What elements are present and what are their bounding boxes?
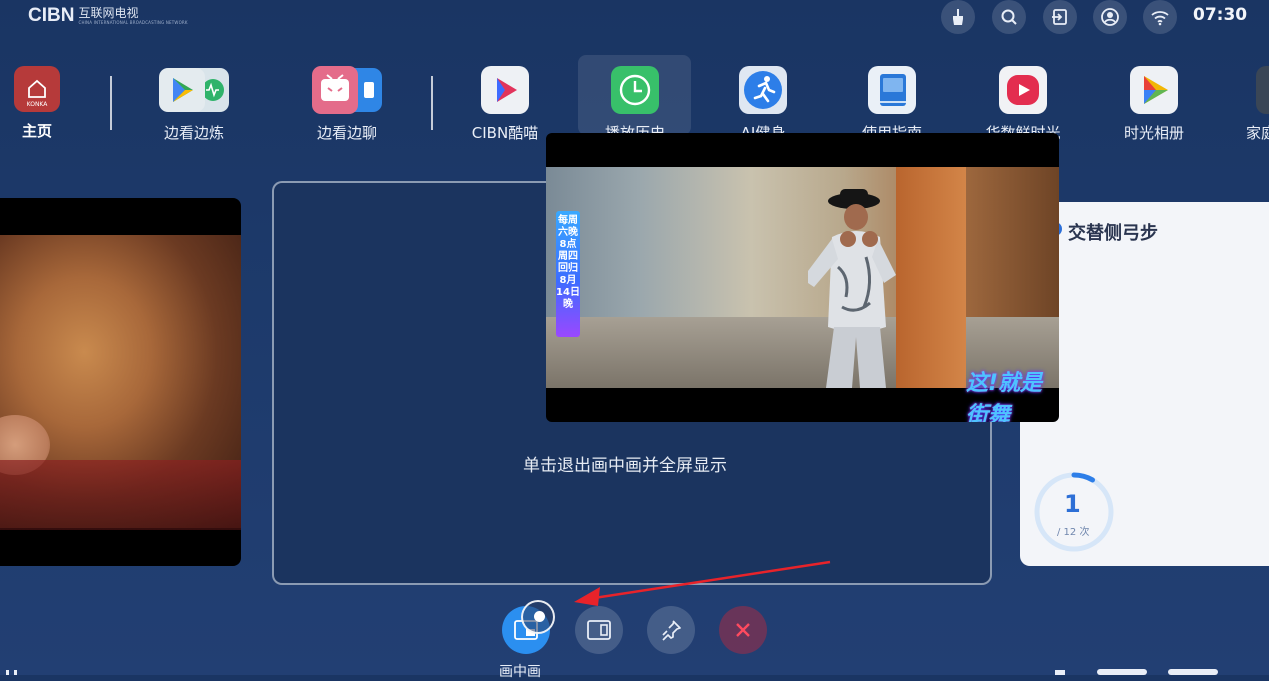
close-pip-button[interactable] xyxy=(719,606,767,654)
app-user-guide[interactable]: 使用指南 xyxy=(837,64,947,143)
book-icon xyxy=(868,66,916,114)
pointer-cursor xyxy=(521,600,555,634)
broadcast-tag: 每周六晚8点周四回归8月14日晚 xyxy=(556,211,580,337)
pip-video-window[interactable]: 每周六晚8点周四回归8月14日晚 这!就是街舞 xyxy=(546,133,1059,422)
search-icon[interactable] xyxy=(992,0,1026,34)
separator xyxy=(110,76,112,130)
app-huashu[interactable]: 华数鲜时光 xyxy=(968,64,1078,143)
app-family-label: 家庭 xyxy=(1246,124,1269,142)
broom-icon[interactable] xyxy=(941,0,975,34)
show-brand: 这!就是街舞 xyxy=(966,371,1043,422)
clock: 07:30 xyxy=(1193,5,1248,25)
thumbnail-image xyxy=(0,235,241,530)
logo-en-text: CHINA INTERNATIONAL BROADCASTING NETWORK xyxy=(78,20,188,25)
separator xyxy=(431,76,433,130)
exercise-total: / 12 次 xyxy=(1057,527,1090,538)
user-icon[interactable] xyxy=(1093,0,1127,34)
app-photo-album[interactable]: 时光相册 xyxy=(1099,64,1209,143)
split-screen-icon xyxy=(587,620,611,640)
kumiao-icon xyxy=(481,66,529,114)
pin-button[interactable] xyxy=(647,606,695,654)
fitness-icon xyxy=(739,66,787,114)
cibn-logo: CIBN 互联网电视 CHINA INTERNATIONAL BROADCAST… xyxy=(28,6,188,26)
album-icon xyxy=(1130,66,1178,114)
play-store-icon xyxy=(159,66,229,114)
clock-icon xyxy=(611,66,659,114)
close-icon xyxy=(736,623,750,637)
logo-main-text: CIBN xyxy=(28,5,75,26)
app-cibn-kumiao-label: CIBN酷喵 xyxy=(471,124,539,142)
bottom-partial-bar xyxy=(6,669,1218,675)
app-watch-train[interactable]: 边看边炼 xyxy=(139,64,249,143)
app-home[interactable]: KONKA 主页 xyxy=(0,64,92,141)
home-icon: KONKA xyxy=(14,66,60,112)
pip-exit-hint: 单击退出画中画并全屏显示 xyxy=(523,456,727,476)
app-home-label: 主页 xyxy=(21,122,52,140)
recommend-card-left[interactable] xyxy=(0,198,241,566)
dancer-figure xyxy=(808,189,896,388)
app-ai-fitness[interactable]: AI健身 xyxy=(708,64,818,143)
logo-cn-text: 互联网电视 xyxy=(78,6,139,20)
pin-icon xyxy=(662,620,681,641)
exercise-title: 交替侧弓步 xyxy=(1068,223,1158,244)
app-watch-chat-label: 边看边聊 xyxy=(316,124,377,142)
app-family[interactable]: 家庭 xyxy=(1222,64,1269,143)
video-frame: 每周六晚8点周四回归8月14日晚 这!就是街舞 xyxy=(546,167,1059,422)
app-photo-album-label: 时光相册 xyxy=(1123,124,1184,142)
chat-icon xyxy=(312,66,382,114)
app-watch-chat[interactable]: 边看边聊 xyxy=(292,64,402,143)
app-watch-train-label: 边看边炼 xyxy=(163,124,224,142)
input-source-icon[interactable] xyxy=(1043,0,1077,34)
app-play-history[interactable]: 播放历史 xyxy=(580,64,690,143)
split-screen-button[interactable] xyxy=(575,606,623,654)
wifi-icon[interactable] xyxy=(1143,0,1177,34)
exercise-count: 1 xyxy=(1064,490,1081,518)
app-cibn-kumiao[interactable]: CIBN酷喵 xyxy=(450,64,560,143)
svg-text:KONKA: KONKA xyxy=(27,101,49,108)
family-icon xyxy=(1256,66,1269,114)
huashu-icon xyxy=(999,66,1047,114)
